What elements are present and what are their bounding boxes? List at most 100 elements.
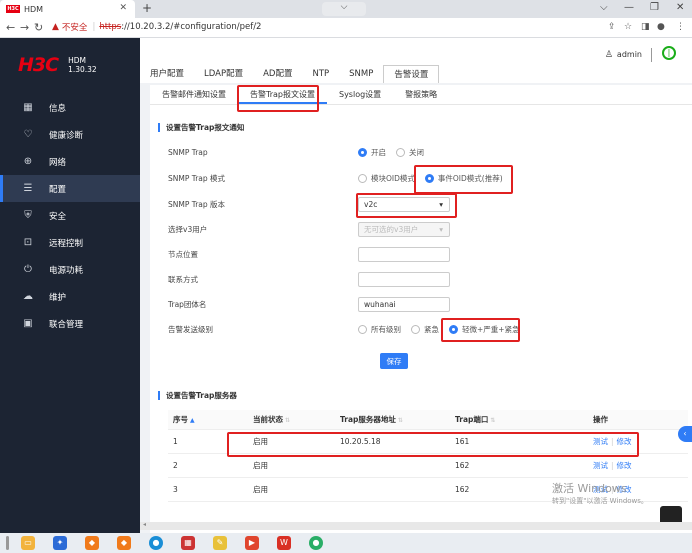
trap-mode-label: SNMP Trap 模式 bbox=[168, 173, 226, 183]
highlight-box bbox=[356, 193, 457, 218]
close-window-icon[interactable]: ✕ bbox=[676, 2, 684, 13]
logo: H3C HDM 1.30.32 bbox=[18, 54, 97, 76]
level-urgent-radio[interactable]: 紧急 bbox=[411, 324, 439, 335]
profile-icon[interactable]: ● bbox=[657, 22, 665, 32]
highlight-box bbox=[441, 318, 520, 342]
top-tab[interactable]: LDAP配置 bbox=[194, 65, 253, 83]
product-version: 1.30.32 bbox=[68, 65, 97, 74]
community-input[interactable]: wuhanai bbox=[358, 296, 450, 312]
col-index[interactable]: 序号 ▲ bbox=[168, 414, 253, 425]
sidebar-item[interactable]: ⏻ 电源功耗 bbox=[0, 256, 140, 283]
warning-icon: ▲ bbox=[52, 22, 59, 32]
col-port[interactable]: Trap端口 ⇅ bbox=[455, 414, 593, 425]
restore-icon[interactable]: ❐ bbox=[650, 2, 659, 13]
mode-module-radio[interactable]: 模块OID模式 bbox=[358, 173, 415, 184]
sidebar-item[interactable]: ▣ 联合管理 bbox=[0, 310, 140, 337]
col-status[interactable]: 当前状态 ⇅ bbox=[253, 414, 340, 425]
sidebar-item[interactable]: ☰ 配置 bbox=[0, 175, 140, 202]
minimize-icon[interactable]: — bbox=[624, 2, 634, 13]
caret-down-icon: ▾ bbox=[439, 224, 443, 234]
cell-status: 启用 bbox=[253, 461, 268, 470]
contact-row: 联系方式 bbox=[168, 271, 688, 287]
v3-user-label: 选择v3用户 bbox=[168, 224, 208, 234]
sidebar-item[interactable]: ⊕ 网络 bbox=[0, 148, 140, 175]
taskbar-divider bbox=[6, 536, 9, 550]
device-icon: ▣ bbox=[23, 318, 33, 329]
edit-link[interactable]: 修改 bbox=[617, 461, 632, 470]
save-button[interactable]: 保存 bbox=[380, 353, 408, 369]
browser-tab[interactable]: H3C HDM ✕ bbox=[0, 0, 135, 18]
sidebar-item-label: 配置 bbox=[49, 184, 67, 195]
new-tab-icon[interactable]: + bbox=[142, 1, 152, 15]
user-icon: ♙ bbox=[604, 50, 613, 60]
col-address[interactable]: Trap服务器地址 ⇅ bbox=[340, 414, 455, 425]
app-icon[interactable]: ◆ bbox=[117, 536, 131, 550]
contact-input[interactable] bbox=[358, 271, 450, 287]
sub-tabs: 告警邮件通知设置 告警Trap报文设置 Syslog设置 警报策略 bbox=[150, 85, 692, 105]
sidebar-item[interactable]: ▦ 信息 bbox=[0, 94, 140, 121]
sub-tab[interactable]: 警报策略 bbox=[393, 85, 449, 104]
snmp-trap-on-radio[interactable]: 开启 bbox=[358, 147, 386, 158]
community-row: Trap团体名 wuhanai bbox=[168, 296, 688, 312]
trap-version-label: SNMP Trap 版本 bbox=[168, 199, 226, 209]
insecure-label: 不安全 bbox=[61, 23, 88, 33]
sidepanel-icon[interactable]: ◨ bbox=[641, 22, 650, 32]
highlight-box bbox=[237, 85, 319, 112]
star-icon[interactable]: ☆ bbox=[624, 22, 632, 32]
user-menu[interactable]: ♙ admin bbox=[605, 50, 642, 60]
alarm-level-label: 告警发送级别 bbox=[168, 324, 213, 334]
app-icon[interactable]: ▦ bbox=[181, 536, 195, 550]
table-header: 序号 ▲ 当前状态 ⇅ Trap服务器地址 ⇅ Trap端口 ⇅ 操作 bbox=[168, 410, 688, 430]
snmp-trap-off-radio[interactable]: 关闭 bbox=[396, 147, 424, 158]
file-explorer-icon[interactable]: ▭ bbox=[21, 536, 35, 550]
wechat-icon[interactable]: ● bbox=[309, 536, 323, 550]
header: ♙admin | ( 用户配置LDAP配置AD配置NTPSNMP告警设置 bbox=[140, 38, 692, 83]
horizontal-scrollbar[interactable]: ◂ bbox=[140, 521, 692, 530]
back-icon[interactable]: ← bbox=[6, 21, 15, 34]
product-name: HDM bbox=[68, 56, 86, 65]
wps-icon[interactable]: W bbox=[277, 536, 291, 550]
community-label: Trap团体名 bbox=[168, 299, 207, 309]
sidebar-item-label: 远程控制 bbox=[49, 238, 84, 249]
test-link[interactable]: 测试 bbox=[593, 461, 608, 470]
app-icon[interactable]: ✦ bbox=[53, 536, 67, 550]
chrome-icon[interactable]: ● bbox=[149, 536, 163, 550]
v3-user-select: 无可选的v3用户 ▾ bbox=[358, 221, 450, 237]
sidebar-item[interactable]: ♡ 健康诊断 bbox=[0, 121, 140, 148]
trap-section-title: 设置告警Trap报文通知 bbox=[158, 123, 244, 132]
sub-tab[interactable]: Syslog设置 bbox=[327, 85, 393, 104]
sub-tab[interactable]: 告警邮件通知设置 bbox=[150, 85, 238, 104]
top-tab[interactable]: NTP bbox=[302, 65, 339, 83]
collapse-panel-icon[interactable]: ‹ bbox=[678, 426, 692, 442]
url-field[interactable]: ▲ 不安全 | https ://10.20.3.2/#configuratio… bbox=[52, 21, 261, 33]
top-tabs: 用户配置 LDAP配置 AD配置 NTP SNMP 告警设置 bbox=[140, 65, 440, 83]
url-text: ://10.20.3.2/#configuration/pef/2 bbox=[121, 22, 262, 32]
app-icon[interactable]: ◆ bbox=[85, 536, 99, 550]
power-icon[interactable]: | bbox=[662, 46, 676, 60]
sidebar-item[interactable]: ⊡ 远程控制 bbox=[0, 229, 140, 256]
top-tab[interactable]: 用户配置 bbox=[140, 65, 194, 83]
sidebar-item[interactable]: ☁ 维护 bbox=[0, 283, 140, 310]
sidebar-item[interactable]: ⛨ 安全 bbox=[0, 202, 140, 229]
forward-icon[interactable]: → bbox=[20, 21, 29, 34]
level-all-radio[interactable]: 所有级别 bbox=[358, 324, 401, 335]
notepad-icon[interactable]: ✎ bbox=[213, 536, 227, 550]
close-tab-icon[interactable]: ✕ bbox=[119, 3, 127, 13]
h3c-logo: H3C bbox=[18, 54, 59, 76]
top-tab[interactable]: SNMP bbox=[339, 65, 383, 83]
highlight-box bbox=[227, 432, 639, 457]
tab-search-button[interactable]: ⌵ bbox=[322, 2, 366, 16]
chevron-down-icon[interactable]: ⌵ bbox=[600, 2, 608, 13]
table-row: 2 启用 162 测试 | 修改 bbox=[168, 454, 688, 478]
location-input[interactable] bbox=[358, 246, 450, 262]
share-icon[interactable]: ⇪ bbox=[608, 22, 616, 32]
scroll-left-icon[interactable]: ◂ bbox=[143, 521, 146, 528]
app-icon[interactable]: ▶ bbox=[245, 536, 259, 550]
reload-icon[interactable]: ↻ bbox=[34, 21, 43, 34]
sidebar-item-label: 信息 bbox=[49, 103, 67, 114]
highlight-box bbox=[414, 165, 513, 194]
url-scheme: https bbox=[99, 22, 122, 32]
top-tab[interactable]: AD配置 bbox=[253, 65, 302, 83]
menu-icon[interactable]: ⋮ bbox=[676, 22, 685, 32]
top-tab[interactable]: 告警设置 bbox=[383, 65, 440, 83]
